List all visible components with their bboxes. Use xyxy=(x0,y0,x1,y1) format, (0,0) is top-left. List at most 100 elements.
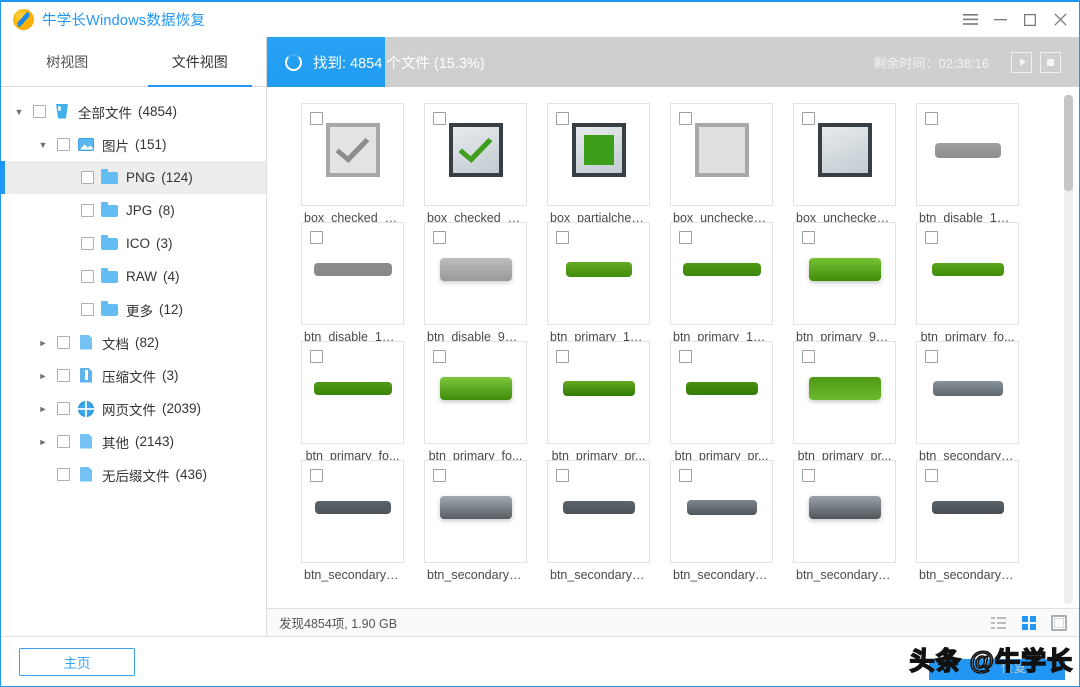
thumbnail-preview xyxy=(425,473,526,541)
tree-item-图片[interactable]: ▼ 图片 (151) xyxy=(1,128,266,161)
check-mark-icon xyxy=(335,138,370,163)
thumbnail-grid: box_checked_di... box_checked_e... box_par… xyxy=(267,87,1079,582)
thumbnail-filename: btn_secondary_... xyxy=(796,568,895,582)
thumbnail-cell[interactable]: btn_primary_pr... xyxy=(547,341,650,463)
thumbnail-filename: btn_secondary_... xyxy=(427,568,526,582)
menu-button[interactable] xyxy=(955,5,985,35)
thumbnail-art-box-partial-checked xyxy=(571,123,626,177)
tree-item-label: 无后缀文件 xyxy=(102,468,170,484)
thumbnail-cell[interactable]: btn_secondary_... xyxy=(547,460,650,582)
thumbnail-cell[interactable]: btn_secondary_... xyxy=(793,460,896,582)
thumbnail-cell[interactable]: btn_primary_fo... xyxy=(301,341,404,463)
tree-item-count: (4854) xyxy=(138,104,178,119)
tree-item-网页文件[interactable]: ► 网页文件 (2039) xyxy=(1,392,266,425)
grid-view-icon[interactable] xyxy=(1021,615,1037,631)
stop-button[interactable] xyxy=(1040,51,1061,73)
thumbnail-cell[interactable]: btn_primary_pr... xyxy=(793,341,896,463)
tree-item-PNG[interactable]: ►PNG(124) xyxy=(1,161,266,194)
app-logo-icon xyxy=(13,9,34,30)
thumbnail-cell[interactable]: btn_primary_18... xyxy=(670,222,773,344)
chevron-right-icon[interactable]: ► xyxy=(35,434,51,450)
list-view-icon[interactable] xyxy=(991,615,1007,631)
thumbnail-cell[interactable]: btn_disable_180... xyxy=(301,222,404,344)
document-icon-glyph xyxy=(80,334,92,350)
thumbnail-cell[interactable]: btn_primary_pr... xyxy=(670,341,773,463)
tree-item-ICO[interactable]: ►ICO(3) xyxy=(1,227,266,260)
thumbnail-cell[interactable]: btn_secondary_... xyxy=(916,341,1019,463)
tree-item-checkbox[interactable] xyxy=(81,204,94,217)
thumbnail-cell[interactable]: btn_secondary_... xyxy=(916,460,1019,582)
grid-scrollbar[interactable] xyxy=(1064,95,1073,604)
document-icon-glyph xyxy=(80,433,92,449)
thumbnail-art-btn-primary-180 xyxy=(682,262,761,276)
tree-item-checkbox[interactable] xyxy=(57,369,70,382)
thumbnail-art-btn-secondary-7 xyxy=(931,500,1004,514)
thumbnail-cell[interactable]: btn_secondary_... xyxy=(424,460,527,582)
thumbnail-cell[interactable]: box_unchecked... xyxy=(670,103,773,225)
tree-item-count: (124) xyxy=(161,170,193,185)
tree-item-checkbox[interactable] xyxy=(57,468,70,481)
tree-item-RAW[interactable]: ►RAW(4) xyxy=(1,260,266,293)
thumbnail-art-box-checked-enabled xyxy=(448,123,503,177)
thumbnail-cell[interactable]: box_unchecked... xyxy=(793,103,896,225)
large-preview-icon[interactable] xyxy=(1051,614,1067,631)
tree-item-checkbox[interactable] xyxy=(81,237,94,250)
thumbnail-cell[interactable]: btn_disable_90.... xyxy=(424,222,527,344)
tree-item-文档[interactable]: ► 文档 (82) xyxy=(1,326,266,359)
remaining-time-label: 剩余时间：02:38:16 xyxy=(873,55,989,71)
chevron-right-icon[interactable]: ► xyxy=(35,401,51,417)
tree-item-checkbox[interactable] xyxy=(81,171,94,184)
minimize-button[interactable] xyxy=(985,5,1015,35)
scan-status-right: 剩余时间：02:38:16 xyxy=(873,51,1079,73)
thumbnail-cell[interactable]: btn_disable_135... xyxy=(916,103,1019,225)
thumbnail-preview xyxy=(917,235,1018,303)
tree-item-checkbox[interactable] xyxy=(81,303,94,316)
tree-item-checkbox[interactable] xyxy=(57,435,70,448)
thumbnail-grid-container: box_checked_di... box_checked_e... box_par… xyxy=(267,87,1079,608)
thumbnail-art-btn-primary-focus-1 xyxy=(931,262,1004,276)
thumbnail-cell[interactable]: btn_secondary_... xyxy=(670,460,773,582)
thumbnail-cell[interactable]: btn_primary_13... xyxy=(547,222,650,344)
thumbnail-cell[interactable]: btn_primary_90... xyxy=(793,222,896,344)
thumbnail-art-btn-secondary-1 xyxy=(932,380,1003,396)
thumbnail-cell[interactable]: box_checked_e... xyxy=(424,103,527,225)
thumbnail-preview xyxy=(548,235,649,303)
tab-tree-view[interactable]: 树视图 xyxy=(1,37,134,86)
folder-icon-glyph xyxy=(101,234,118,250)
tree-item-checkbox[interactable] xyxy=(33,105,46,118)
chevron-down-icon[interactable]: ▼ xyxy=(35,137,51,153)
tree-item-checkbox[interactable] xyxy=(57,402,70,415)
thumbnail-preview xyxy=(302,473,403,541)
tree-item-count: (3) xyxy=(156,236,173,251)
tree-item-checkbox[interactable] xyxy=(57,138,70,151)
thumbnail-cell[interactable]: box_checked_di... xyxy=(301,103,404,225)
tree-item-checkbox[interactable] xyxy=(81,270,94,283)
thumbnail-art-btn-secondary-4 xyxy=(562,500,635,514)
grid-scrollbar-thumb[interactable] xyxy=(1064,95,1073,191)
chevron-right-icon[interactable]: ► xyxy=(35,368,51,384)
thumbnail-preview xyxy=(794,116,895,184)
bucket-icon xyxy=(53,103,71,121)
tree-item-JPG[interactable]: ►JPG(8) xyxy=(1,194,266,227)
tree-item-全部文件[interactable]: ▼ 全部文件 (4854) xyxy=(1,95,266,128)
home-button[interactable]: 主页 xyxy=(19,647,135,676)
thumbnail-cell[interactable]: btn_secondary_... xyxy=(301,460,404,582)
thumbnail-preview xyxy=(671,354,772,422)
thumbnail-cell[interactable]: btn_primary_fo... xyxy=(916,222,1019,344)
tree-item-其他[interactable]: ► 其他 (2143) xyxy=(1,425,266,458)
play-button[interactable] xyxy=(1011,51,1032,73)
tree-item-更多[interactable]: ►更多(12) xyxy=(1,293,266,326)
tree-item-压缩文件[interactable]: ► 压缩文件 (3) xyxy=(1,359,266,392)
tree-item-count: (8) xyxy=(158,203,175,218)
tree-item-checkbox[interactable] xyxy=(57,336,70,349)
tree-item-无后缀文件[interactable]: ►无后缀文件(436) xyxy=(1,458,266,491)
thumbnail-art-btn-primary-press-1 xyxy=(562,380,635,396)
thumbnail-cell[interactable]: box_partialchec... xyxy=(547,103,650,225)
maximize-button[interactable] xyxy=(1015,5,1045,35)
thumbnail-preview xyxy=(917,354,1018,422)
close-button[interactable] xyxy=(1045,5,1075,35)
tab-file-view[interactable]: 文件视图 xyxy=(134,37,267,87)
chevron-right-icon[interactable]: ► xyxy=(35,335,51,351)
thumbnail-cell[interactable]: btn_primary_fo... xyxy=(424,341,527,463)
chevron-down-icon[interactable]: ▼ xyxy=(11,104,27,120)
